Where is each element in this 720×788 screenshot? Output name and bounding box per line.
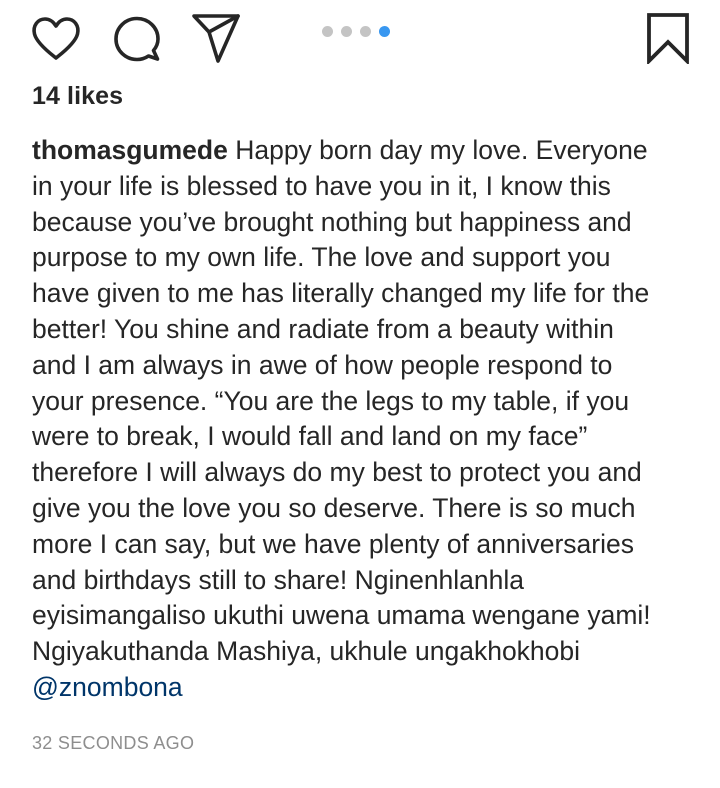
post-timestamp: 32 SECONDS AGO [32,733,195,753]
caption-line: were to break, I would fall and land on … [32,421,588,452]
paper-plane-icon[interactable] [190,12,240,63]
caption-text: Happy born day my love. Everyone [227,135,648,165]
heart-icon[interactable] [31,14,81,64]
caption-line: and birthdays still to share! Nginenhlan… [32,564,525,595]
carousel-dot [341,26,352,37]
caption-line: Ngiyakuthanda Mashiya, ukhule ungakhokho… [32,636,581,667]
caption-line: give you the love you so deserve. There … [32,492,636,523]
caption-line: and I am always in awe of how people res… [32,349,613,380]
caption-mention-line: @znombona [32,670,702,706]
caption-line: better! You shine and radiate from a bea… [32,313,614,344]
caption-line: eyisimangaliso ukuthi uwena umama wengan… [32,600,651,631]
comment-bubble-icon[interactable] [112,14,162,64]
caption-line: your presence. “You are the legs to my t… [32,385,630,416]
caption-line: more I can say, but we have plenty of an… [32,528,634,559]
username-link[interactable]: thomasgumede [32,135,228,165]
carousel-dot [360,26,371,37]
post-caption: thomasgumede Happy born day my love. Eve… [32,133,702,706]
caption-line: purpose to my own life. The love and sup… [32,242,611,273]
carousel-dot-active [379,26,390,37]
caption-line: therefore I will always do my best to pr… [32,457,642,488]
bookmark-icon[interactable] [643,12,693,64]
caption-line: in your life is blessed to have you in i… [32,170,611,201]
carousel-dot [322,26,333,37]
likes-count[interactable]: 14 likes [32,82,123,111]
carousel-indicator [322,26,390,38]
mention-link[interactable]: @znombona [32,672,183,702]
post-action-bar [0,0,720,80]
caption-line: because you’ve brought nothing but happi… [32,206,632,237]
caption-first-line: thomasgumede Happy born day my love. Eve… [32,133,702,169]
caption-line: have given to me has literally changed m… [32,278,650,309]
